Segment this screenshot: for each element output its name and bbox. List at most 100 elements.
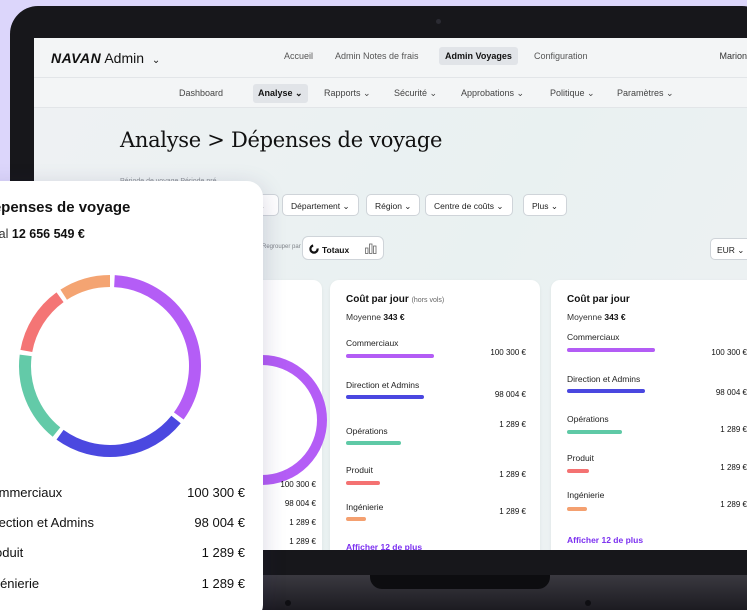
row-value: 1 289 € [499,470,526,479]
card-title: Coût par jour (hors vols) [346,294,444,305]
donut-icon [309,244,319,254]
nav-accueil[interactable]: Accueil [284,51,313,61]
donut-slice-commerciaux [114,275,201,420]
donut-slice-opérations [19,354,61,437]
user-menu[interactable]: Marion [719,51,747,61]
app-logo[interactable]: NAVAN Admin ⌄ [51,50,160,66]
logo-brand: NAVAN [51,50,102,66]
row-value: 100 300 € [490,348,526,357]
row-bar [346,395,424,399]
nav-configuration[interactable]: Configuration [534,51,588,61]
total-label: Total [0,227,9,241]
row-bar [567,348,655,352]
row-bar [346,517,366,521]
tab-analyse[interactable]: Analyse ⌄ [253,84,308,103]
average-value: 343 € [383,312,405,322]
row-label: Commerciaux [346,338,399,348]
camera-dot [436,19,441,24]
tab-dashboard[interactable]: Dashboard [179,88,223,98]
card-title-note: (hors vols) [411,297,445,304]
card-title-text: Coût par jour [346,294,409,305]
card-title: Coût par jour [567,294,630,305]
row-bar [567,430,622,434]
cost-per-day-card-no-flights: Coût par jour (hors vols) Moyenne 343 € … [330,280,540,550]
view-toggle[interactable]: Totaux [302,236,384,260]
row-bar [567,507,587,511]
show-more-link[interactable]: Afficher 12 de plus [567,535,643,545]
group-by-label: Regrouper par [262,244,301,250]
legend-label: Commerciaux [0,485,63,500]
show-more-link[interactable]: Afficher 12 de plus [346,542,422,550]
row-value: 1 289 € [720,425,747,434]
row-bar [567,469,589,473]
logo-suffix: Admin [104,50,145,66]
row-value: 98 004 € [715,388,747,397]
row-label: Ingénierie [346,502,384,512]
tab-approbations[interactable]: Approbations ⌄ [461,88,524,99]
row-value: 98 004 € [494,390,526,399]
top-bar: NAVAN Admin ⌄ Accueil Admin Notes de fra… [34,38,747,78]
base-foot [285,600,291,606]
base-foot [585,600,591,606]
donut-chart [19,275,201,457]
legend-label: Direction et Admins [0,515,94,530]
card-average: Moyenne 343 € [346,312,405,322]
row-label: Opérations [567,414,609,424]
card-title: Dépenses de voyage [0,199,131,216]
nav-admin-notes-de-frais[interactable]: Admin Notes de frais [335,51,419,61]
row-bar [346,481,380,485]
row-value: 1 289 € [720,500,747,509]
legend-value: 98 004 € [194,515,245,530]
bar-chart-icon[interactable] [365,243,377,254]
filter-region[interactable]: Région ⌄ [366,194,421,216]
total-value: 12 656 549 € [11,227,85,241]
average-value: 343 € [604,312,626,322]
donut-slice-direction-et-admins [56,415,181,457]
card-title-text: Coût par jour [567,294,630,305]
filter-centre-de-couts[interactable]: Centre de coûts ⌄ [425,194,513,216]
row-bar [346,441,401,445]
card-average: Moyenne 343 € [567,312,626,322]
row-label: Direction et Admins [346,380,420,390]
tab-politique[interactable]: Politique ⌄ [550,88,595,99]
tab-rapports[interactable]: Rapports ⌄ [324,88,371,99]
filter-plus[interactable]: Plus ⌄ [523,194,568,216]
currency-select[interactable]: EUR ⌄ [710,238,747,260]
chevron-down-icon: ⌄ [151,55,161,66]
value-commerciaux: 100 300 € [280,480,316,489]
row-label: Ingénierie [567,490,605,500]
tab-securite[interactable]: Sécurité ⌄ [394,88,437,99]
legend-value: 1 289 € [201,576,245,591]
row-value: 100 300 € [711,348,747,357]
row-label: Produit [346,465,373,475]
toggle-totals[interactable]: Totaux [309,244,349,255]
row-label: Opérations [346,426,388,436]
average-label: Moyenne [346,312,381,322]
tab-parametres[interactable]: Paramètres ⌄ [617,88,674,99]
row-value: 1 289 € [499,507,526,516]
row-bar [567,389,645,393]
row-value: 1 289 € [499,420,526,429]
row-label: Produit [567,453,594,463]
donut-slice-produit [20,292,64,353]
value-direction: 98 004 € [284,499,316,508]
travel-spend-card: Dépenses de voyage Total 12 656 549 € Co… [0,181,263,610]
row-bar [346,354,434,358]
legend-value: 1 289 € [201,545,245,560]
value-produit: 1 289 € [289,518,316,527]
page-title: Analyse > Dépenses de voyage [120,128,443,152]
laptop-notch [370,575,550,589]
cost-per-day-card: Coût par jour Moyenne 343 € Commerciaux … [551,280,747,550]
legend-label: Ingénierie [0,576,40,591]
nav-admin-voyages[interactable]: Admin Voyages [439,47,518,65]
row-label: Commerciaux [567,332,620,342]
sub-nav-bar: Dashboard Analyse ⌄ Rapports ⌄ Sécurité … [34,78,747,108]
average-label: Moyenne [567,312,602,322]
toggle-totals-label: Totaux [322,245,350,255]
row-value: 1 289 € [720,463,747,472]
total-spend: Total 12 656 549 € [0,227,85,241]
legend-value: 100 300 € [187,485,245,500]
row-label: Direction et Admins [567,374,641,384]
filter-departement[interactable]: Département ⌄ [282,194,359,216]
value-ingenierie: 1 289 € [289,537,316,546]
